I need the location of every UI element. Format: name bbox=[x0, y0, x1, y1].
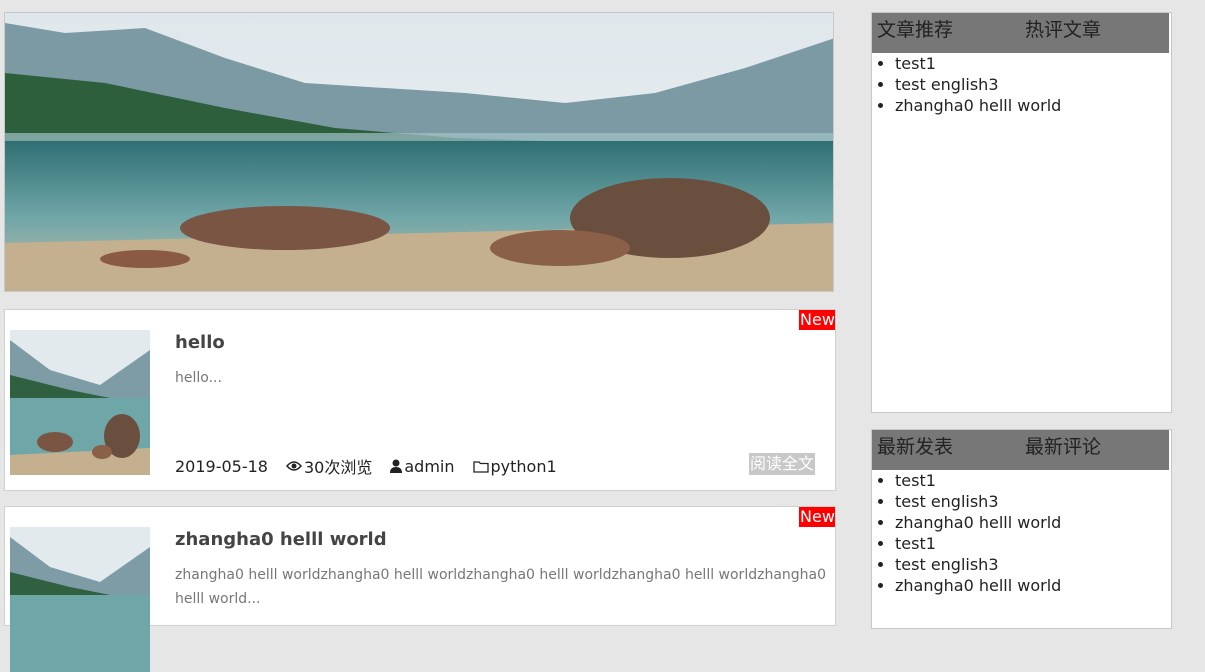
list-item[interactable]: zhangha0 helll world bbox=[895, 95, 1171, 116]
list-item[interactable]: zhangha0 helll world bbox=[895, 512, 1171, 533]
list-item[interactable]: test english3 bbox=[895, 74, 1171, 95]
post-views-label: 30次浏览 bbox=[303, 458, 373, 477]
list-item[interactable]: test english3 bbox=[895, 554, 1171, 575]
post-meta: 2019-05-18 30次浏览 admin python1 bbox=[175, 454, 575, 478]
list-item[interactable]: test1 bbox=[895, 53, 1171, 74]
post-title[interactable]: hello bbox=[175, 332, 225, 353]
sidebar-list: test1 test english3 zhangha0 helll world… bbox=[872, 470, 1171, 596]
sidebar-box-recommended: 文章推荐 热评文章 test1 test english3 zhangha0 h… bbox=[871, 12, 1172, 413]
new-badge: New bbox=[799, 310, 835, 330]
folder-icon bbox=[472, 460, 489, 473]
tab-latest-posts[interactable]: 最新发表 bbox=[872, 430, 1020, 459]
tab-recommended[interactable]: 文章推荐 bbox=[872, 13, 1020, 42]
eye-icon bbox=[285, 461, 302, 471]
post-card[interactable]: New zhangha0 helll world zhangha0 helll … bbox=[4, 506, 836, 672]
post-category[interactable]: python1 bbox=[472, 456, 557, 476]
list-item[interactable]: test1 bbox=[895, 470, 1171, 491]
banner-image bbox=[4, 12, 834, 292]
new-badge: New bbox=[799, 507, 835, 527]
list-item[interactable]: test english3 bbox=[895, 491, 1171, 512]
tab-hot-comments[interactable]: 热评文章 bbox=[1020, 13, 1168, 42]
post-excerpt: zhangha0 helll worldzhangha0 helll world… bbox=[175, 567, 827, 607]
post-title[interactable]: zhangha0 helll world bbox=[175, 529, 387, 550]
post-date: 2019-05-18 bbox=[175, 456, 268, 476]
sidebar-box-latest: 最新发表 最新评论 test1 test english3 zhangha0 h… bbox=[871, 429, 1172, 629]
post-thumbnail[interactable] bbox=[10, 330, 150, 475]
post-author[interactable]: admin bbox=[390, 456, 455, 476]
list-item[interactable]: test1 bbox=[895, 533, 1171, 554]
post-author-label: admin bbox=[404, 456, 455, 476]
user-icon bbox=[390, 459, 403, 473]
sidebar-list: test1 test english3 zhangha0 helll world bbox=[872, 53, 1171, 116]
list-item[interactable]: zhangha0 helll world bbox=[895, 575, 1171, 596]
post-views: 30次浏览 bbox=[285, 454, 373, 478]
read-more-button[interactable]: 阅读全文 bbox=[748, 453, 815, 475]
post-category-label: python1 bbox=[490, 456, 557, 476]
post-card[interactable]: New hello hello... 2019-05-18 30次浏览 admi… bbox=[4, 309, 836, 491]
post-thumbnail[interactable] bbox=[10, 527, 150, 672]
tab-latest-comments[interactable]: 最新评论 bbox=[1020, 430, 1168, 459]
sidebar-tabs: 最新发表 最新评论 bbox=[872, 430, 1169, 470]
post-excerpt: hello... bbox=[175, 370, 222, 386]
sidebar-tabs: 文章推荐 热评文章 bbox=[872, 13, 1169, 53]
